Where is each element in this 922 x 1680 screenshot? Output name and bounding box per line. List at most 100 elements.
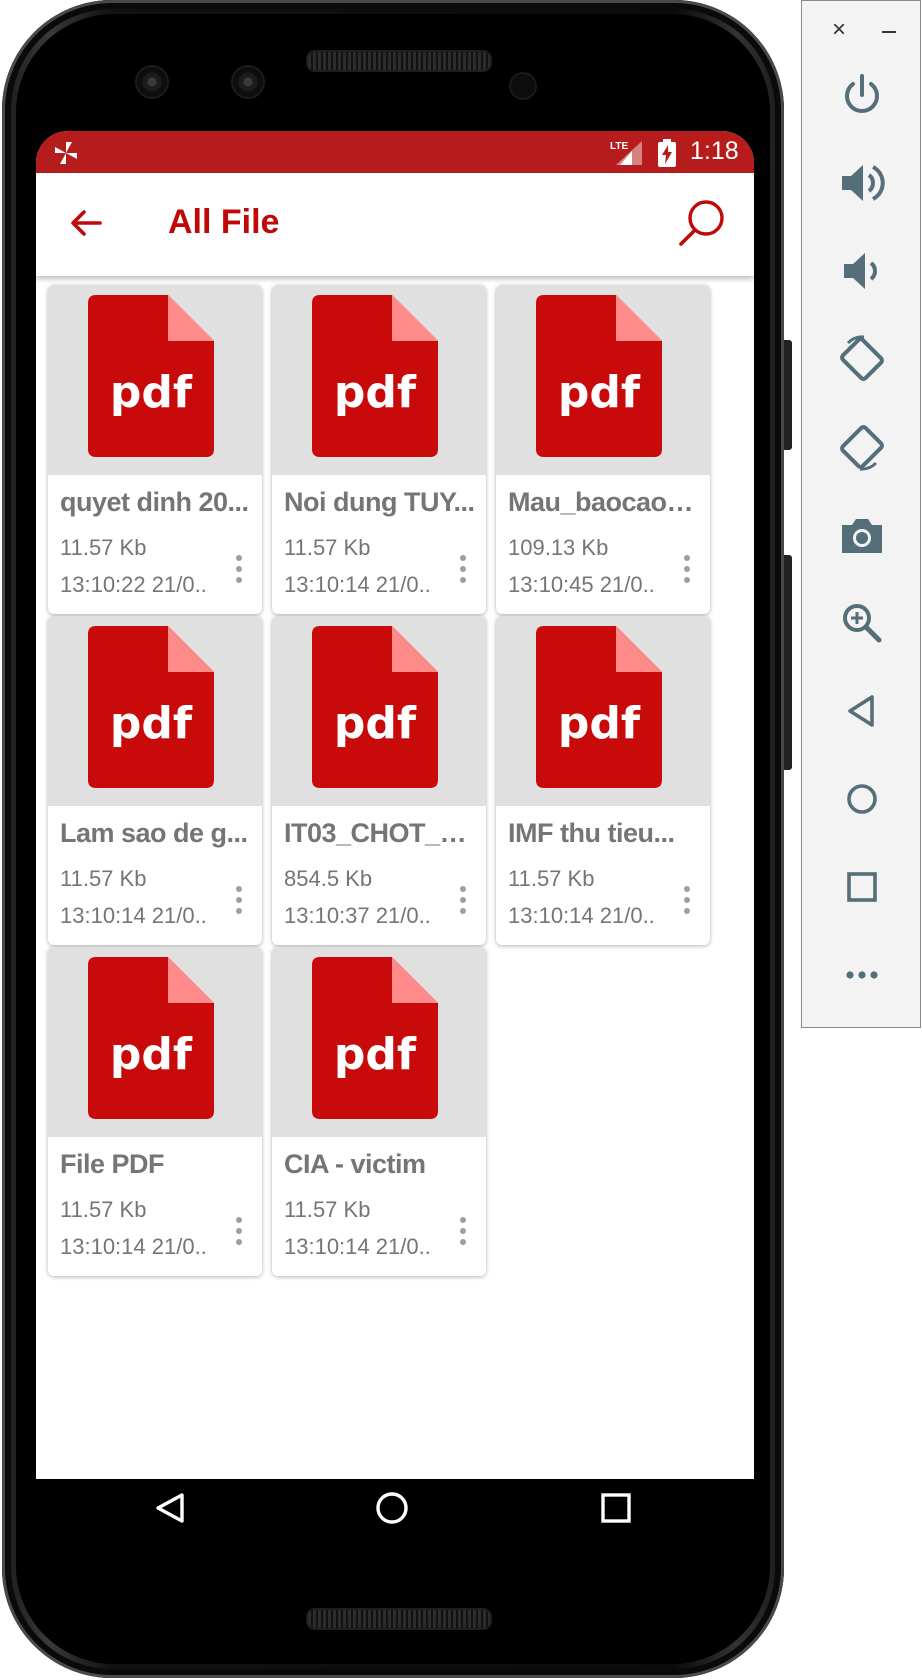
volume-up-icon[interactable] [834,155,890,211]
more-vert-icon[interactable] [448,549,478,589]
file-size: 109.13 Kb [508,535,609,560]
file-name: quyet dinh 20... [60,487,249,517]
pdf-file-icon: pdf [88,957,214,1119]
pdf-file-icon: pdf [312,295,438,457]
proximity-sensor [509,72,537,100]
rotate-left-icon[interactable] [834,331,890,387]
window-close-icon[interactable]: × [826,17,852,43]
more-vert-icon[interactable] [672,880,702,920]
file-card[interactable]: pdf Noi dung TUY... 11.57 Kb 13:10:14 21/0.… [272,285,486,614]
pdf-file-icon: pdf [88,626,214,788]
file-thumbnail: pdf [48,947,262,1137]
file-grid: pdf quyet dinh 20... 11.57 Kb 13:10:22 21/0… [36,276,754,1439]
file-name: Mau_baocao_... [508,487,700,517]
pdf-icon-label: pdf [110,1029,193,1080]
file-date: 13:10:14 21/0.. [284,1234,431,1259]
overview-icon[interactable] [834,859,890,915]
nav-back-icon[interactable] [140,1479,200,1535]
pdf-file-icon: pdf [536,295,662,457]
emulator-toolbar: × [801,0,921,1028]
page-title: All File [168,203,280,241]
zoom-icon[interactable] [834,595,890,651]
file-thumbnail: pdf [48,285,262,475]
file-card[interactable]: pdf quyet dinh 20... 11.57 Kb 13:10:22 21/0… [48,285,262,614]
file-thumbnail: pdf [496,285,710,475]
file-size: 11.57 Kb [508,866,595,891]
file-card[interactable]: pdf File PDF 11.57 Kb 13:10:14 21/0.. [48,947,262,1276]
power-icon[interactable] [834,67,890,123]
more-vert-icon[interactable] [672,549,702,589]
pinwheel-notification-icon [55,142,77,164]
file-size: 11.57 Kb [60,1197,147,1222]
file-date: 13:10:22 21/0.. [60,572,207,597]
file-thumbnail: pdf [272,285,486,475]
arrow-left-icon[interactable] [66,203,106,243]
status-bar: LTE 1:18 [36,131,754,173]
stage: LTE 1:18 All File pdf quyet dinh 20... 1… [0,0,922,1680]
file-date: 13:10:14 21/0.. [284,572,431,597]
file-date: 13:10:14 21/0.. [60,903,207,928]
file-date: 13:10:37 21/0.. [284,903,431,928]
file-size: 11.57 Kb [284,1197,371,1222]
status-time: 1:18 [690,137,739,165]
pdf-icon-label: pdf [110,698,193,749]
pdf-file-icon: pdf [312,626,438,788]
front-camera-left [135,65,169,99]
more-vert-icon[interactable] [224,549,254,589]
back-icon[interactable] [834,683,890,739]
pdf-file-icon: pdf [88,295,214,457]
file-thumbnail: pdf [272,616,486,806]
pdf-icon-label: pdf [334,1029,417,1080]
file-card[interactable]: pdf CIA - victim 11.57 Kb 13:10:14 21/0.. [272,947,486,1276]
rotate-right-icon[interactable] [834,419,890,475]
home-icon[interactable] [834,771,890,827]
file-name: Noi dung TUY... [284,487,475,517]
file-name: File PDF [60,1149,165,1179]
file-card[interactable]: pdf Mau_baocao_... 109.13 Kb 13:10:45 21/0.… [496,285,710,614]
camera-icon[interactable] [834,507,890,563]
pdf-icon-label: pdf [558,367,641,418]
file-thumbnail: pdf [272,947,486,1137]
file-size: 11.57 Kb [60,866,147,891]
android-nav-bar [36,1479,754,1535]
window-minimize-icon[interactable] [876,17,902,43]
device-screen: LTE 1:18 All File pdf quyet dinh 20... 1… [36,131,754,1535]
file-date: 13:10:45 21/0.. [508,572,655,597]
more-vert-icon[interactable] [224,880,254,920]
lte-label: LTE [610,141,628,152]
power-side-button [784,340,792,450]
search-icon[interactable] [676,197,728,249]
app-bar: All File [36,173,754,276]
file-name: CIA - victim [284,1149,426,1179]
file-size: 854.5 Kb [284,866,373,891]
volume-side-button [784,555,792,770]
battery-charging-icon [658,139,676,167]
pdf-file-icon: pdf [312,957,438,1119]
pdf-icon-label: pdf [558,698,641,749]
volume-down-icon[interactable] [834,243,890,299]
pdf-icon-label: pdf [334,367,417,418]
more-icon[interactable] [834,947,890,1003]
more-vert-icon[interactable] [224,1211,254,1251]
front-camera-right [231,65,265,99]
more-vert-icon[interactable] [448,1211,478,1251]
pdf-icon-label: pdf [110,367,193,418]
bottom-speaker [306,1608,492,1630]
file-size: 11.57 Kb [60,535,147,560]
nav-overview-icon[interactable] [586,1479,646,1535]
file-card[interactable]: pdf IMF thu tieu... 11.57 Kb 13:10:14 21/0.… [496,616,710,945]
pdf-icon-label: pdf [334,698,417,749]
file-thumbnail: pdf [496,616,710,806]
file-card[interactable]: pdf Lam sao de g... 11.57 Kb 13:10:14 21/0.… [48,616,262,945]
phone-frame: LTE 1:18 All File pdf quyet dinh 20... 1… [2,0,792,1678]
lte-signal-icon: LTE [610,141,642,165]
pdf-file-icon: pdf [536,626,662,788]
more-vert-icon[interactable] [448,880,478,920]
file-name: Lam sao de g... [60,818,248,848]
top-speaker [306,50,492,72]
file-name: IT03_CHOT_H... [284,818,476,848]
file-card[interactable]: pdf IT03_CHOT_H... 854.5 Kb 13:10:37 21/0.. [272,616,486,945]
file-name: IMF thu tieu... [508,818,675,848]
file-thumbnail: pdf [48,616,262,806]
nav-home-icon[interactable] [362,1479,422,1535]
